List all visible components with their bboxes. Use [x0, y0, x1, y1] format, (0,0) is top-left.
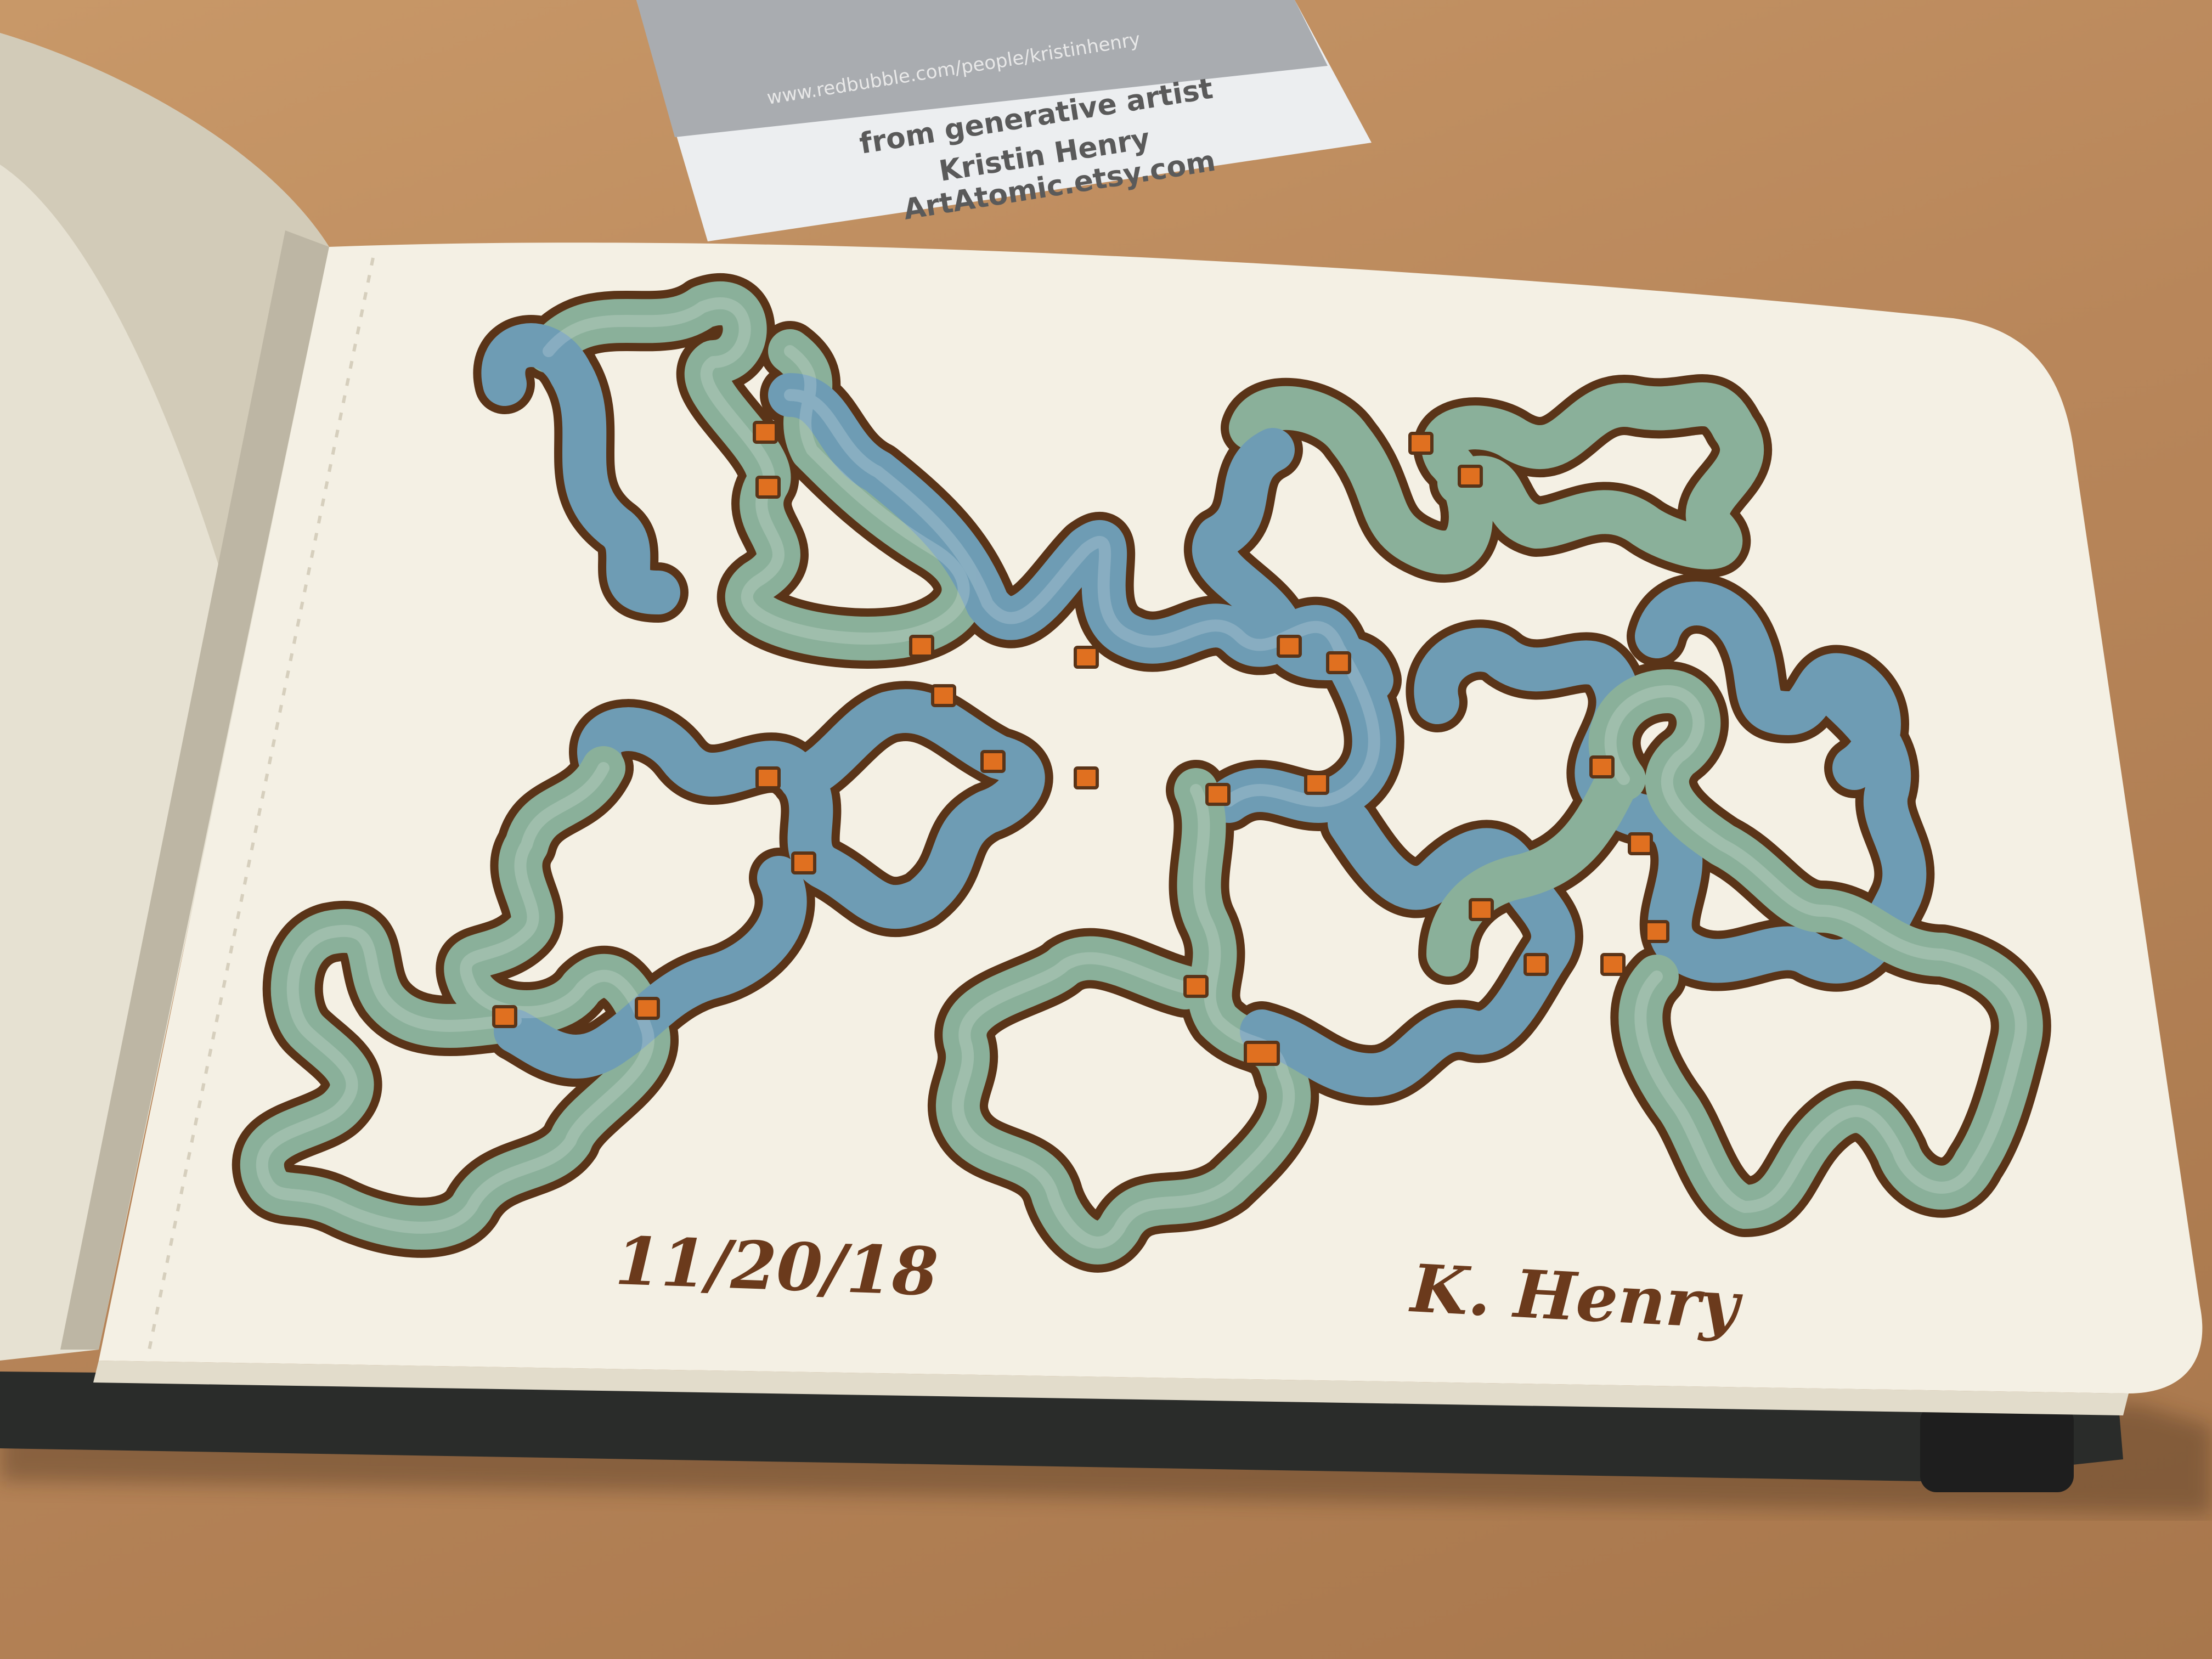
- photo-scene: www.redbubble.com/people/kristinhenry fr…: [0, 0, 2212, 1514]
- elastic-band: [1920, 1404, 2074, 1492]
- business-card: www.redbubble.com/people/kristinhenry fr…: [636, 0, 1372, 241]
- sketch-date: 11/20/18: [614, 1222, 939, 1311]
